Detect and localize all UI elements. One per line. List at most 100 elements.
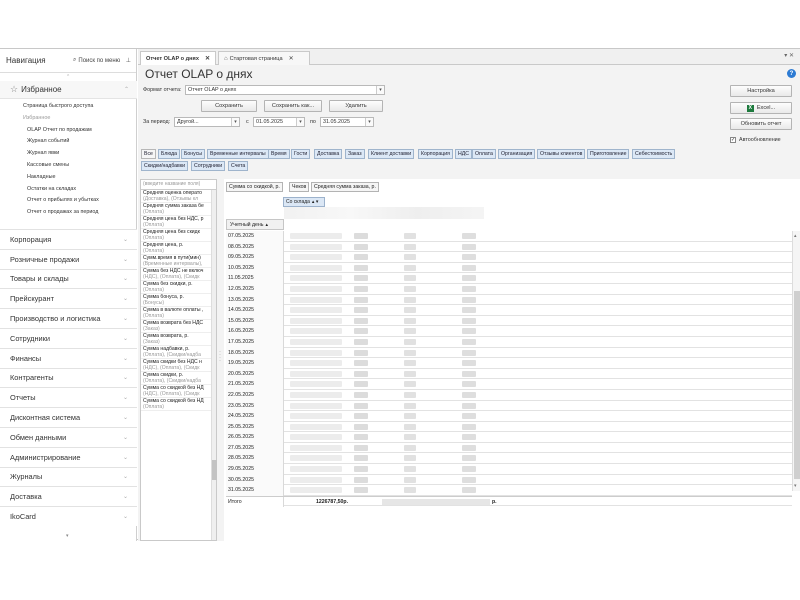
pivot-row[interactable]: 09.05.2025: [226, 252, 792, 263]
filter-chip[interactable]: Доставка: [314, 149, 343, 159]
help-icon[interactable]: ?: [787, 69, 796, 78]
field-list-item[interactable]: Сумма бонуса, р. (Бонусы): [141, 294, 216, 307]
date-from-field[interactable]: 01.05.2025 ▾: [253, 117, 305, 127]
excel-button[interactable]: X Excel...: [730, 102, 792, 114]
pivot-row[interactable]: 18.05.2025: [226, 347, 792, 359]
field-search-input[interactable]: (введите название поля): [141, 180, 216, 190]
favorite-item[interactable]: Страница быстрого доступа: [0, 101, 137, 113]
nav-group[interactable]: Контрагенты ⌄: [0, 367, 137, 388]
close-icon[interactable]: ✕: [205, 55, 210, 62]
pivot-row[interactable]: 24.05.2025: [226, 411, 792, 422]
period-select[interactable]: Другой... ▾: [174, 117, 240, 127]
pivot-row[interactable]: 31.05.2025: [226, 485, 792, 496]
scroll-down-icon[interactable]: ▾: [794, 483, 797, 489]
filter-chip[interactable]: Организация: [498, 149, 536, 159]
filter-chip[interactable]: Гости: [291, 149, 311, 159]
field-list-item[interactable]: Сумма без скидки, р. (Оплата): [141, 281, 216, 294]
field-list-item[interactable]: Средняя цена, р. (Оплата): [141, 242, 216, 255]
field-list-item[interactable]: Средняя сумма заказа бе (Оплата): [141, 203, 216, 216]
filter-chip[interactable]: Все: [141, 149, 156, 159]
scroll-up-icon[interactable]: ▴: [794, 233, 797, 239]
favorite-item[interactable]: Отчет о прибылях и убытках: [0, 195, 137, 207]
filter-chip[interactable]: Блюда: [158, 149, 181, 159]
scrollbar-thumb[interactable]: [794, 291, 800, 479]
favorite-item[interactable]: Кассовые смены: [0, 160, 137, 172]
pivot-row[interactable]: 25.05.2025: [226, 421, 792, 433]
calendar-dropdown-icon[interactable]: ▾: [296, 118, 304, 126]
menu-search[interactable]: ⌕ Поиск по меню: [73, 57, 120, 64]
nav-group[interactable]: Розничные продажи ⌄: [0, 248, 137, 269]
pivot-row[interactable]: 12.05.2025: [226, 283, 792, 295]
field-list-item[interactable]: Средняя цена без скидк (Оплата): [141, 229, 216, 242]
nav-group[interactable]: Отчеты ⌄: [0, 387, 137, 408]
tab-list-icon[interactable]: ▾ ✕: [784, 52, 794, 59]
nav-group[interactable]: Сотрудники ⌄: [0, 327, 137, 348]
pivot-row[interactable]: 15.05.2025: [226, 315, 792, 327]
favorite-item[interactable]: Остатки на складах: [0, 184, 137, 196]
save-as-button[interactable]: Сохранить как...: [264, 100, 322, 112]
data-field-chip[interactable]: Чеков: [289, 182, 310, 192]
tab-start-page[interactable]: ⌂ Стартовая страница ✕: [218, 51, 310, 65]
save-button[interactable]: Сохранить: [201, 100, 257, 112]
field-list-item[interactable]: Сумма надбавки, р. (Оплата), (Скидки/надб…: [141, 346, 216, 359]
field-list-item[interactable]: Сумма возврата, р. (Заказ): [141, 333, 216, 346]
date-to-field[interactable]: 31.05.2025 ▾: [320, 117, 374, 127]
nav-group[interactable]: Корпорация ⌄: [0, 229, 137, 249]
field-list-item[interactable]: Сумма со скидкой без НД (НДС), (Оплата), …: [141, 385, 216, 398]
favorite-item[interactable]: Журнал явки: [0, 148, 137, 160]
pivot-row[interactable]: 30.05.2025: [226, 474, 792, 486]
field-list-item[interactable]: Сумма скидки, р. (Оплата), (Скидки/надба: [141, 372, 216, 385]
splitter-handle[interactable]: · · · ·: [219, 349, 221, 364]
filter-chip[interactable]: Отзывы клиентов: [537, 149, 586, 159]
fields-scrollbar[interactable]: [211, 190, 217, 540]
field-list-item[interactable]: Средняя оценка операто (Доставка), (Отзыв…: [141, 190, 216, 203]
nav-group[interactable]: Доставка ⌄: [0, 486, 137, 507]
data-field-chip[interactable]: Сумма со скидкой, р.: [226, 182, 283, 192]
pivot-row[interactable]: 13.05.2025: [226, 294, 792, 306]
nav-group[interactable]: Финансы ⌄: [0, 347, 137, 368]
field-list-item[interactable]: Сумма возврата без НДС (Заказ): [141, 320, 216, 333]
filter-chip[interactable]: Клиент доставки: [368, 149, 415, 159]
field-list-item[interactable]: Сумма скидки без НДС н (НДС), (Оплата), (…: [141, 359, 216, 372]
tab-olap-report[interactable]: Отчет OLAP о днях ✕: [140, 51, 216, 65]
field-list-item[interactable]: Средняя цена без НДС, р (Оплата): [141, 216, 216, 229]
filter-chip[interactable]: Сотрудники: [191, 161, 226, 171]
filter-chip[interactable]: Оплата: [472, 149, 496, 159]
field-list-item[interactable]: Сумм.время в пути(мин) (Временные интерва…: [141, 255, 216, 268]
pivot-row[interactable]: 29.05.2025: [226, 464, 792, 475]
column-field-header[interactable]: Со склада ▴ ▾: [283, 197, 325, 207]
favorite-item[interactable]: Журнал событий: [0, 136, 137, 148]
nav-group[interactable]: Товары и склады ⌄: [0, 268, 137, 289]
pivot-row[interactable]: 17.05.2025: [226, 336, 792, 348]
settings-button[interactable]: Настройка: [730, 85, 792, 97]
pivot-row[interactable]: 07.05.2025: [226, 231, 792, 242]
filter-chip[interactable]: Корпорация: [418, 149, 453, 159]
row-field-header[interactable]: Учетный день ▴: [226, 219, 284, 230]
filter-chip[interactable]: Счета: [228, 161, 249, 171]
calendar-dropdown-icon[interactable]: ▾: [365, 118, 373, 126]
pivot-row[interactable]: 08.05.2025: [226, 241, 792, 253]
nav-group[interactable]: Обмен данными ⌄: [0, 426, 137, 447]
pivot-row[interactable]: 26.05.2025: [226, 432, 792, 443]
filter-chip[interactable]: Заказ: [345, 149, 365, 159]
filter-chip[interactable]: Приготовление: [587, 149, 630, 159]
filter-chip[interactable]: Скидки/надбавки: [141, 161, 188, 171]
favorite-item[interactable]: Избранное: [0, 113, 137, 125]
pivot-row[interactable]: 22.05.2025: [226, 389, 792, 401]
scrollbar-thumb[interactable]: [212, 460, 217, 480]
pivot-row[interactable]: 11.05.2025: [226, 273, 792, 284]
nav-group[interactable]: Журналы ⌄: [0, 466, 137, 487]
pivot-row[interactable]: 23.05.2025: [226, 400, 792, 412]
pivot-row[interactable]: 10.05.2025: [226, 262, 792, 274]
favorites-header[interactable]: ☆ Избранное ⌃: [0, 81, 137, 99]
filter-chip[interactable]: Время: [268, 149, 290, 159]
filter-chip[interactable]: Бонусы: [181, 149, 206, 159]
close-icon[interactable]: ✕: [289, 55, 294, 62]
delete-button[interactable]: Удалить: [329, 100, 383, 112]
sort-filter-icon[interactable]: ▴ ▾: [312, 199, 318, 205]
collapse-handle-icon[interactable]: ⌃: [66, 74, 70, 80]
pivot-row[interactable]: 19.05.2025: [226, 358, 792, 369]
nav-group[interactable]: IkoCard ⌄: [0, 506, 137, 526]
nav-group[interactable]: Дисконтная система ⌄: [0, 407, 137, 427]
pin-icon[interactable]: ⊥: [126, 57, 131, 64]
